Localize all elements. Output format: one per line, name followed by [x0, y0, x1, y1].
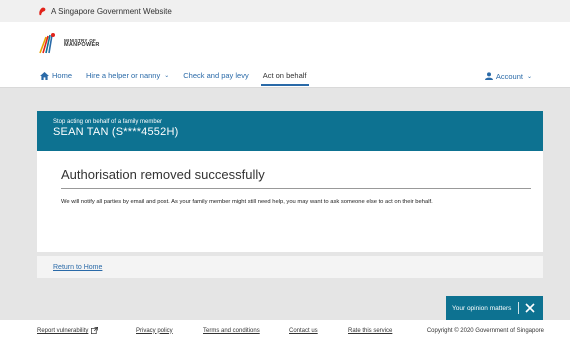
footer-privacy-link[interactable]: Privacy policy: [136, 328, 173, 334]
footer-report-link[interactable]: Report vulnerability: [37, 326, 99, 335]
opinion-widget[interactable]: Your opinion matters: [446, 296, 543, 320]
home-icon: [40, 71, 49, 80]
footer-rate-link[interactable]: Rate this service: [348, 328, 392, 334]
chevron-down-icon: ⌄: [164, 73, 170, 79]
footer-contact-link[interactable]: Contact us: [289, 328, 318, 334]
nav-levy[interactable]: Check and pay levy: [183, 64, 248, 88]
gov-bar-text: A Singapore Government Website: [51, 6, 172, 16]
chevron-down-icon: ⌄: [526, 73, 532, 80]
nav-act-on-behalf[interactable]: Act on behalf: [260, 64, 309, 88]
banner-name: SEAN TAN (S****4552H): [53, 126, 179, 138]
result-card: Authorisation removed successfully We wi…: [37, 151, 543, 252]
nav-levy-label: Check and pay levy: [183, 71, 249, 80]
return-box: Return to Home: [37, 256, 543, 278]
nav-home[interactable]: Home: [40, 64, 72, 88]
nav-act-label: Act on behalf: [262, 71, 307, 80]
card-title: Authorisation removed successfully: [61, 167, 531, 189]
opinion-label: Your opinion matters: [452, 304, 512, 312]
mom-logo-icon: [39, 33, 55, 54]
singapore-lion-icon: [39, 7, 46, 15]
footer-terms-link[interactable]: Terms and conditions: [203, 328, 260, 334]
nav-hire-label: Hire a helper or nanny: [86, 71, 161, 80]
footer: Report vulnerability Privacy policy Term…: [0, 320, 570, 341]
close-icon[interactable]: [525, 303, 535, 313]
return-home-link[interactable]: Return to Home: [53, 264, 102, 271]
external-link-icon: [91, 326, 99, 334]
account-menu[interactable]: Account ⌄: [484, 64, 532, 88]
user-icon: [484, 72, 493, 80]
account-label: Account: [495, 71, 523, 81]
main-nav: Home Hire a helper or nanny ⌄ Check and …: [0, 64, 570, 88]
divider: [518, 302, 520, 314]
banner-subtitle: Stop acting on behalf of a family member: [53, 119, 163, 125]
banner: Stop acting on behalf of a family member…: [37, 111, 543, 151]
nav-hire[interactable]: Hire a helper or nanny ⌄: [86, 64, 169, 88]
gov-bar: A Singapore Government Website: [0, 0, 570, 22]
footer-report-label: Report vulnerability: [37, 328, 89, 335]
logo-line2: MANPOWER: [64, 42, 100, 48]
card-body: We will notify all parties by email and …: [61, 199, 433, 205]
mom-logo[interactable]: MINISTRY OF MANPOWER: [0, 22, 570, 64]
nav-home-label: Home: [52, 71, 73, 80]
copyright-text: Copyright © 2020 Government of Singapore: [426, 327, 544, 334]
